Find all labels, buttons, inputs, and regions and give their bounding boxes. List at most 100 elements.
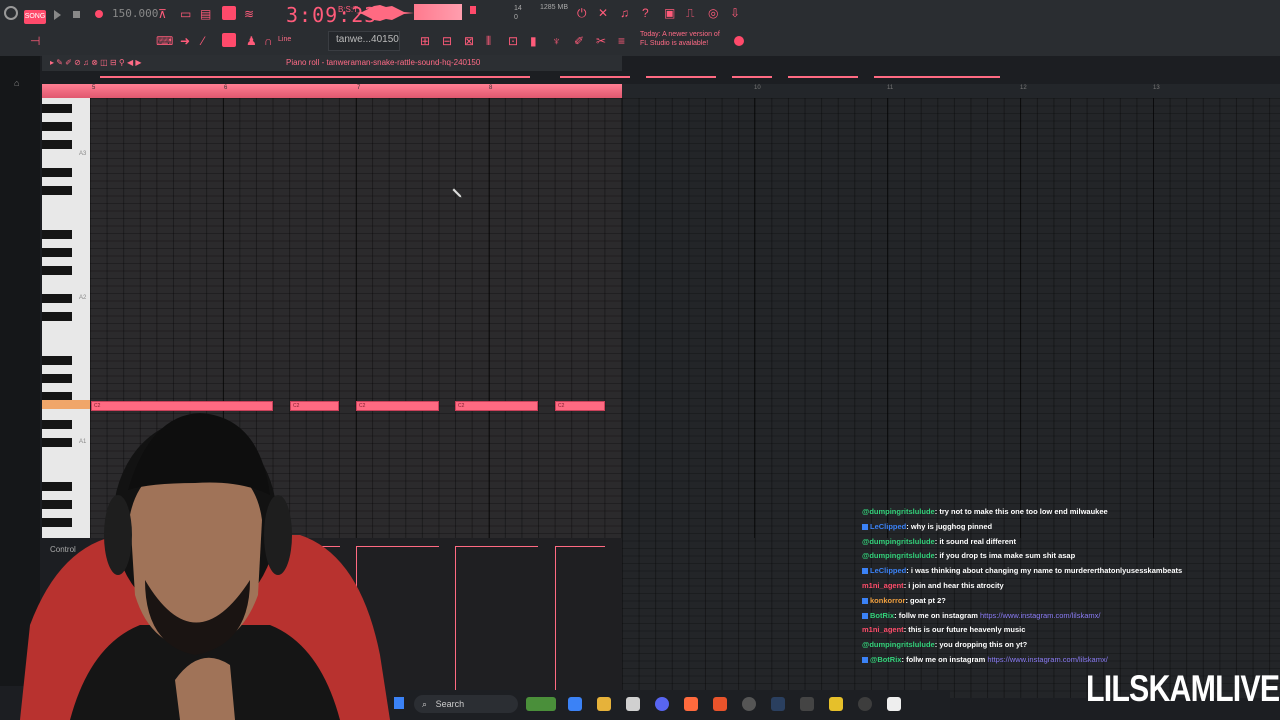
brave-icon[interactable] (713, 697, 727, 711)
app-icon[interactable] (858, 697, 872, 711)
black-key[interactable] (42, 248, 72, 257)
piano-roll-icon[interactable]: ⊟ (442, 34, 452, 48)
help-icon[interactable]: ? (642, 6, 649, 20)
close-news-icon[interactable] (734, 36, 744, 46)
windows-start-icon[interactable] (394, 697, 404, 709)
wait-icon[interactable]: ▭ (180, 7, 191, 21)
black-key[interactable] (42, 122, 72, 131)
file-explorer-icon[interactable] (597, 697, 611, 711)
snap-icon[interactable]: ⊣ (30, 34, 40, 48)
mic-icon[interactable]: ♫ (620, 6, 629, 20)
snap-label[interactable]: Line (278, 36, 291, 43)
link-icon[interactable] (222, 33, 236, 47)
draw-tool-icon[interactable]: ⁄ (202, 34, 204, 48)
arrow-icon[interactable]: ➜ (180, 34, 190, 48)
chat-message: @dumpingritslulude: try not to make this… (862, 505, 1262, 520)
black-key[interactable] (42, 356, 72, 365)
news-panel[interactable]: Today: A newer version of FL Studio is a… (640, 30, 720, 48)
copilot-icon[interactable] (568, 697, 582, 711)
blend-icon[interactable]: ≋ (244, 7, 254, 21)
master-level-indicator (470, 6, 476, 14)
download-icon[interactable]: ⇩ (730, 6, 740, 20)
note[interactable]: C2 (455, 401, 538, 411)
chat-username[interactable]: @dumpingritslulude (862, 537, 935, 546)
black-key[interactable] (42, 168, 72, 177)
keyboard-icon[interactable]: ⌨ (156, 34, 173, 48)
black-key[interactable] (42, 374, 72, 383)
velocity-bar[interactable] (455, 546, 456, 698)
touch-keyboard-icon[interactable]: ♆ (552, 34, 561, 48)
discord-icon[interactable] (655, 697, 669, 711)
black-key[interactable] (42, 186, 72, 195)
plugin-picker-icon[interactable]: ▮ (530, 34, 537, 48)
taskbar-search[interactable]: ⌕ Search (414, 695, 518, 713)
loop-record-icon[interactable] (222, 6, 236, 20)
piano-roll-menu-icon[interactable]: ▸ ✎ ✐ ⊘ ♫ ⊗ ◫ ⊟ ⚲ ◀ ▶ (50, 58, 141, 67)
ruler-label: 12 (1020, 85, 1027, 91)
badge-icon (862, 597, 868, 604)
record-icon[interactable] (95, 10, 103, 18)
playlist-icon[interactable]: ⊞ (420, 34, 430, 48)
tempo-display[interactable]: 150.000 (112, 7, 158, 20)
channel-rack-icon[interactable]: ⊠ (464, 34, 474, 48)
chat-username[interactable]: @dumpingritslulude (862, 507, 935, 516)
chat-username[interactable]: LeClipped (870, 566, 906, 575)
volume-meter (414, 4, 462, 20)
black-key[interactable] (42, 140, 72, 149)
obs-icon[interactable] (742, 697, 756, 711)
stop-icon[interactable] (73, 11, 80, 18)
webcam-overlay (20, 413, 390, 720)
cut-icon[interactable]: ✂ (596, 34, 606, 48)
velocity-bar[interactable] (555, 546, 556, 698)
black-key[interactable] (42, 104, 72, 113)
chat-username[interactable]: @dumpingritslulude (862, 640, 935, 649)
chat-username[interactable]: konkorror (870, 596, 905, 605)
chat-link[interactable]: https://www.instagram.com/lilskamx/ (980, 611, 1100, 620)
mixer-view-icon[interactable]: ⫴ (486, 34, 491, 48)
app-icon[interactable] (829, 697, 843, 711)
panel-icon[interactable]: ≡ (618, 34, 625, 48)
ruler-label: 5 (92, 85, 96, 91)
stamp-icon[interactable]: ♟ (246, 34, 257, 48)
play-icon[interactable] (54, 10, 61, 20)
key-label: A3 (79, 151, 87, 157)
widget-icon[interactable] (526, 697, 556, 711)
magnet-icon[interactable]: ∩ (264, 34, 273, 48)
chat-username[interactable]: m1ni_agent (862, 625, 904, 634)
chat-username[interactable]: @BotRix (870, 655, 901, 664)
timeline-ruler[interactable]: 5 6 7 8 9 (42, 84, 625, 98)
channel-watermark: LILSKAMLIVE (1086, 668, 1280, 709)
piano-roll-title: Piano roll - tanweraman-snake-rattle-sou… (286, 58, 481, 67)
black-key[interactable] (42, 230, 72, 239)
tools-icon[interactable]: ✐ (574, 34, 584, 48)
save-icon[interactable]: ▣ (664, 6, 675, 20)
metronome-icon[interactable]: ⊼ (158, 7, 167, 21)
black-key[interactable] (42, 266, 72, 275)
countdown-icon[interactable]: ▤ (200, 7, 211, 21)
folder-icon[interactable]: ⌂ (14, 78, 19, 88)
bar-divider (754, 98, 755, 538)
black-key[interactable] (42, 312, 72, 321)
badge-icon (862, 523, 868, 530)
steam-icon[interactable] (771, 697, 785, 711)
black-key[interactable] (42, 294, 72, 303)
power-icon[interactable]: ⏻ (577, 6, 587, 20)
plugin-icon[interactable]: ⎍ (686, 6, 694, 20)
app-icon[interactable] (800, 697, 814, 711)
song-mode-button[interactable]: SONG (24, 10, 46, 24)
chat-icon[interactable]: ◎ (708, 6, 718, 20)
stream-chat: @dumpingritslulude: try not to make this… (862, 505, 1262, 668)
fl-studio-icon[interactable] (684, 697, 698, 711)
store-icon[interactable] (626, 697, 640, 711)
browser-icon[interactable]: ⊡ (508, 34, 518, 48)
chat-username[interactable]: @dumpingritslulude (862, 551, 935, 560)
chat-username[interactable]: LeClipped (870, 522, 906, 531)
chat-link[interactable]: https://www.instagram.com/lilskamx/ (987, 655, 1107, 664)
chat-username[interactable]: BotRix (870, 611, 894, 620)
chat-username[interactable]: m1ni_agent (862, 581, 904, 590)
capcut-icon[interactable] (887, 697, 901, 711)
note[interactable]: C2 (555, 401, 605, 411)
bar-divider (1020, 98, 1021, 538)
timeline-ruler-extended[interactable]: 10 11 12 13 (622, 84, 1280, 98)
mixer-icon[interactable]: ✕ (598, 6, 608, 20)
